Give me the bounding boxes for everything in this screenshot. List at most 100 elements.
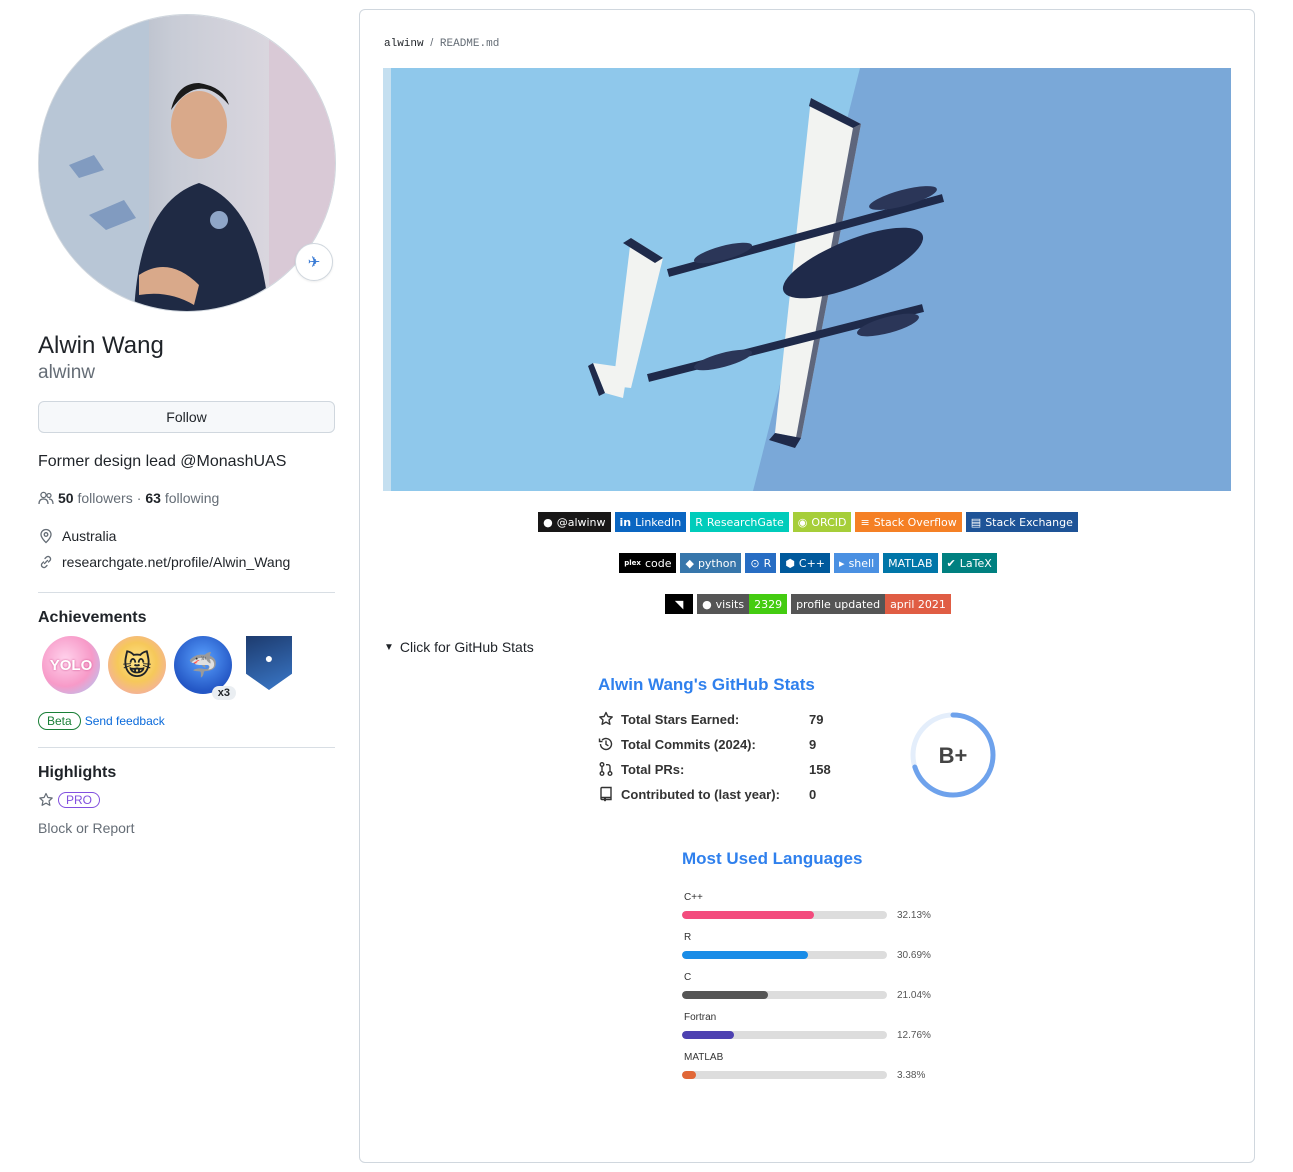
rss-badge[interactable]: ◥ [665,594,694,614]
follow-stats: 50 followers · 63 following [38,490,336,506]
star-icon [39,792,53,806]
grade-ring: B+ [910,712,996,798]
cpp-badge[interactable]: ⬢ C++ [780,553,831,573]
stackoverflow-badge[interactable]: ≡ Stack Overflow [855,512,962,532]
researchgate-icon: R [695,515,703,529]
achievement-arctic-vault[interactable]: ● [246,636,292,690]
researchgate-badge[interactable]: R ResearchGate [690,512,789,532]
profile-sidebar: ✈ Alwin Wang alwinw Follow Former design… [38,14,336,836]
language-bar-track [682,951,887,959]
r-badge-label: R [763,556,772,570]
orcid-icon: ◉ [797,515,808,529]
readme-file-name: README.md [439,38,500,50]
avatar-wrap: ✈ [38,14,336,312]
shark-icon: 🦈 [188,651,218,679]
visits-label: visits [715,597,745,611]
status-emoji[interactable]: ✈ [295,243,333,281]
followers-label: followers [77,490,133,506]
orcid-badge-label: ORCID [811,515,847,529]
language-bar-track [682,1031,887,1039]
stackexchange-badge[interactable]: ▤ Stack Exchange [965,512,1078,532]
stat-row-commits: Total Commits (2024): 9 [598,736,849,752]
orcid-badge[interactable]: ◉ ORCID [792,512,852,532]
following-link[interactable]: 63 following [145,490,219,506]
language-bar-track [682,1071,887,1079]
readme-owner-link[interactable]: alwinw [384,38,424,50]
stat-value: 158 [809,761,831,777]
linkedin-badge[interactable]: in LinkedIn [614,512,687,532]
stat-label: Total PRs: [621,761,685,777]
plex-code-badge[interactable]: plex code [619,553,677,573]
followers-link[interactable]: 50 followers [58,490,133,506]
bio-mention-link[interactable]: @MonashUAS [180,453,286,470]
stat-value: 79 [809,711,824,727]
highlights-title: Highlights [38,764,117,781]
avatar[interactable] [38,14,336,312]
stackexchange-badge-label: Stack Exchange [985,515,1073,529]
divider [38,747,335,748]
matlab-badge[interactable]: MATLAB [883,553,938,573]
achievement-pull-shark[interactable]: 🦈 x3 [174,636,236,700]
stat-label: Total Stars Earned: [621,711,740,727]
stat-row-prs: Total PRs: 158 [598,761,849,777]
achievement-quickdraw[interactable]: 😸 [108,636,166,694]
profile-updated-badge[interactable]: profile updated april 2021 [791,594,951,614]
send-feedback-link[interactable]: Send feedback [85,714,165,728]
beta-badge: Beta [38,712,81,730]
readme-path: alwinw / README.md [384,37,499,50]
followers-count: 50 [58,490,74,506]
language-badges: plex code ◆ python ⊙ R ⬢ C++ ▸ shell MATLAB ✔… [360,553,1256,573]
language-percent: 12.76% [897,1030,931,1041]
shell-badge-label: shell [848,556,875,570]
latex-badge-label: LaTeX [959,556,992,570]
terminal-icon: ▸ [839,556,845,570]
github-stats-toggle-label: Click for GitHub Stats [399,639,534,655]
website-row: researchgate.net/profile/Alwin_Wang [38,554,336,570]
language-bar-fill [682,951,808,959]
achievements-list: YOLO 😸 🦈 x3 ● [38,636,336,700]
achievement-yolo[interactable]: YOLO [42,636,100,694]
language-name: R [684,932,692,943]
language-bar-fill [682,991,769,999]
following-count: 63 [145,490,161,506]
linkedin-badge-label: LinkedIn [635,515,682,529]
visits-badge[interactable]: ● visits 2329 [697,594,788,614]
language-bar-fill [682,1071,696,1079]
profile-username: alwinw [38,362,96,383]
cpp-icon: ⬢ [785,556,795,570]
language-bar-track [682,911,887,919]
location-icon [40,528,52,544]
stackoverflow-badge-label: Stack Overflow [873,515,957,529]
block-report-link[interactable]: Block or Report [38,820,336,836]
github-stats-toggle[interactable]: ▼ Click for GitHub Stats [384,639,534,655]
language-percent: 30.69% [897,950,931,961]
r-logo-icon: ⊙ [750,556,760,570]
linkedin-icon: in [619,515,632,529]
stackexchange-icon: ▤ [970,515,982,529]
python-icon: ◆ [685,556,694,570]
github-badge[interactable]: ● @alwinw [538,512,611,532]
plex-icon: plex [624,559,641,567]
cpp-badge-label: C++ [798,556,826,570]
follow-button[interactable]: Follow [38,401,335,433]
shell-badge[interactable]: ▸ shell [834,553,880,573]
achievements-title[interactable]: Achievements [38,609,336,627]
history-icon [598,737,613,751]
beta-feedback-row: Beta Send feedback [38,712,336,730]
language-name: C++ [684,892,703,903]
stat-value: 9 [809,736,817,752]
plex-code-label: code [644,556,672,570]
latex-badge[interactable]: ✔ LaTeX [941,553,997,573]
snowflake-icon: ● [264,650,274,666]
website-link[interactable]: researchgate.net/profile/Alwin_Wang [62,554,290,570]
r-badge[interactable]: ⊙ R [745,553,777,573]
bio-text: Former design lead [38,453,181,470]
meta-badges: ◥ ● visits 2329 profile updated april 202… [360,594,1256,614]
following-label: following [164,490,220,506]
visits-count: 2329 [749,594,788,614]
stat-row-contributed: Contributed to (last year): 0 [598,786,849,802]
language-bar-fill [682,911,814,919]
social-badges: ● @alwinw in LinkedIn R ResearchGate ◉ ORCID… [360,512,1256,532]
stat-label: Total Commits (2024): [621,736,756,752]
python-badge[interactable]: ◆ python [680,553,742,573]
